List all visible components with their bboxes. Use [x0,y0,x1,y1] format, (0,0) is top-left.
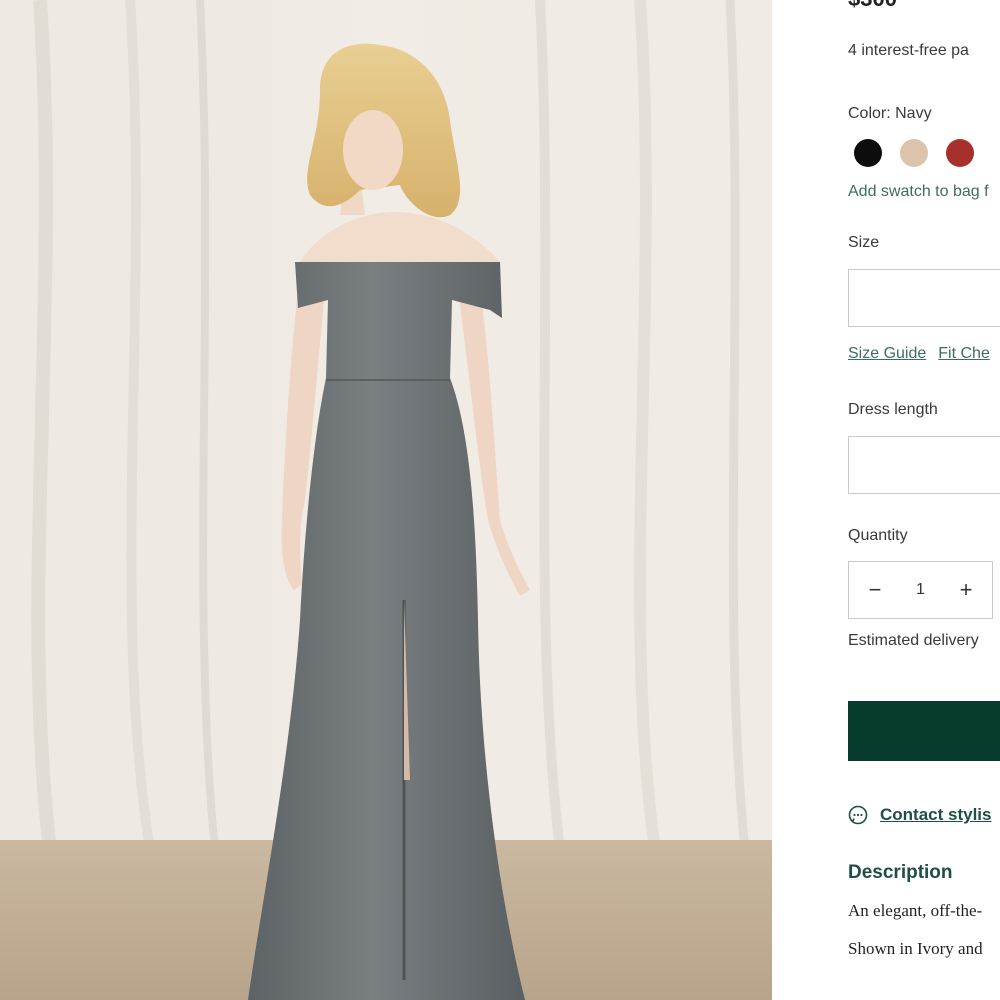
dress-length-label: Dress length [848,401,938,418]
dress-model-illustration [0,0,772,1000]
swatch-blush[interactable] [900,139,928,167]
contact-stylist-link[interactable]: Contact stylis [848,805,991,825]
dress-length-select[interactable] [848,436,1000,494]
quantity-value[interactable]: 1 [916,581,925,599]
chat-bubble-icon [848,805,868,825]
product-details-panel: $300 4 interest-free pa Color: Navy Add … [772,0,1000,1000]
size-links: Size Guide Fit Che [848,345,990,363]
increment-button[interactable]: + [956,579,976,601]
color-label: Color: Navy [848,105,932,122]
description-line-1: An elegant, off-the- [848,901,983,920]
fit-check-link[interactable]: Fit Che [938,345,990,363]
product-image[interactable] [0,0,772,1000]
estimated-delivery-text: Estimated delivery [848,632,979,649]
size-select[interactable] [848,269,1000,327]
description-title: Description [848,862,953,883]
description-line-2: Shown in Ivory and [848,939,983,958]
product-price: $300 [848,0,897,12]
color-swatches [854,139,974,167]
decrement-button[interactable]: − [865,579,885,601]
add-to-bag-button[interactable] [848,701,1000,761]
quantity-stepper: − 1 + [848,561,993,619]
size-label: Size [848,234,880,251]
swatch-red[interactable] [946,139,974,167]
add-swatch-link[interactable]: Add swatch to bag f [848,183,989,201]
contact-stylist-label: Contact stylis [880,805,992,824]
size-guide-link[interactable]: Size Guide [848,345,926,363]
installments-text: 4 interest-free pa [848,42,969,59]
quantity-label: Quantity [848,527,908,544]
swatch-black[interactable] [854,139,882,167]
